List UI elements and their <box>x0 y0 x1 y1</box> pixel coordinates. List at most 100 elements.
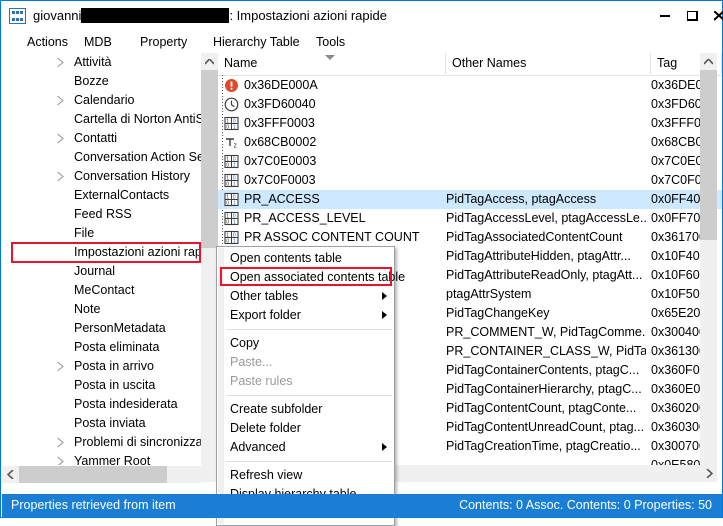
cell-other-names: PR_CONTAINER_CLASS_W, PidTag... <box>446 344 646 358</box>
column-header-other-names[interactable]: Other Names <box>446 53 651 74</box>
folder-context-menu[interactable]: Open contents table Open associated conte… <box>216 246 405 526</box>
menu-hierarchy-table[interactable]: Hierarchy Table <box>206 33 307 51</box>
table-row[interactable]: 0x3FD60040 0x3FD600 <box>218 95 722 114</box>
tree-item-conversation-history[interactable]: Conversation History <box>57 167 191 186</box>
cell-tag: 0x65E2010 <box>651 306 703 320</box>
expand-chevron-icon[interactable] <box>56 133 67 144</box>
column-header-name[interactable]: Name <box>218 53 446 74</box>
text-sort-icon: z <box>224 135 239 150</box>
tree-item-conversation-action-settings[interactable]: Conversation Action Settings <box>74 148 201 167</box>
expand-chevron-icon[interactable] <box>56 57 67 68</box>
tree-item-note[interactable]: Note <box>74 300 100 319</box>
tree-item-label: PersonMetadata <box>74 321 166 335</box>
tree-item-posta-eliminata[interactable]: Posta eliminata <box>74 338 159 357</box>
cell-name: PR ASSOC CONTENT COUNT <box>244 230 420 244</box>
cell-tag: 0x360F000 <box>651 363 703 377</box>
expand-chevron-icon[interactable] <box>56 171 67 182</box>
menu-tools[interactable]: Tools <box>309 33 352 51</box>
window-title: giovanni: Impostazioni azioni rapide <box>33 7 387 25</box>
table-row[interactable]: 1 0 0 1 PR_ACCESS PidTagAccess, ptagAccess 0x0… <box>218 190 722 209</box>
submenu-arrow-icon <box>382 311 387 319</box>
svg-text:0: 0 <box>226 125 229 131</box>
tree-item-posta-inviata[interactable]: Posta inviata <box>74 414 146 433</box>
tree-item-impostazioni-azioni-rapide[interactable]: Impostazioni azioni rapide <box>74 243 201 262</box>
minimize-button[interactable] <box>652 1 679 29</box>
table-row[interactable]: 1 0 0 1 PR ASSOC CONTENT COUNT PidTagAssociat… <box>218 228 722 247</box>
tree-item-posta-indesiderata[interactable]: Posta indesiderata <box>74 395 178 414</box>
scroll-right-arrow-icon[interactable] <box>700 465 717 482</box>
context-menu-item-copy[interactable]: Copy <box>217 334 394 353</box>
context-menu-item-create-subfolder[interactable]: Create subfolder <box>217 400 394 419</box>
svg-text:0: 0 <box>226 163 229 169</box>
close-button[interactable] <box>706 1 723 29</box>
menu-property[interactable]: Property <box>133 33 194 51</box>
tree-item-posta-in-uscita[interactable]: Posta in uscita <box>74 376 155 395</box>
tree-horizontal-scrollbar[interactable] <box>2 465 201 483</box>
tree-hscroll-thumb[interactable] <box>19 466 167 483</box>
context-menu-item-open-associated-contents-table[interactable]: Open associated contents table <box>217 268 405 287</box>
scroll-left-arrow-icon[interactable] <box>2 466 19 483</box>
table-row[interactable]: z 0x68CB0002 0x68CB00 <box>218 133 722 152</box>
folder-tree[interactable]: Attività Bozze Calendario Cartella di Norto… <box>2 53 201 465</box>
menu-mdb[interactable]: MDB <box>77 33 119 51</box>
context-menu-item-label: Advanced <box>230 440 286 454</box>
tree-item-mecontact[interactable]: MeContact <box>74 281 134 300</box>
context-menu-item-export-folder[interactable]: Export folder <box>217 306 394 325</box>
svg-text:0: 0 <box>226 182 229 188</box>
cell-other-names: PidTagAccess, ptagAccess <box>446 192 597 206</box>
tree-item-label: Conversation History <box>74 169 191 183</box>
tree-item-contatti[interactable]: Contatti <box>57 129 117 148</box>
cell-other-names: PidTagChangeKey <box>446 306 550 320</box>
status-bar: Properties retrieved from item Contents:… <box>2 494 722 518</box>
context-menu-item-other-tables[interactable]: Other tables <box>217 287 394 306</box>
table-row[interactable]: 1001 0x7C0E0003 0x7C0E00 <box>218 152 722 171</box>
binary-icon: 1001 <box>224 211 239 226</box>
tree-item-externalcontacts[interactable]: ExternalContacts <box>74 186 169 205</box>
tree-item-calendario[interactable]: Calendario <box>57 91 134 110</box>
cell-other-names: PidTagContainerContents, ptagC... <box>446 363 640 377</box>
context-menu-item-refresh-view[interactable]: Refresh view <box>217 466 394 485</box>
cell-tag: 0x7C0E00 <box>651 154 703 168</box>
tree-item-label: Impostazioni azioni rapide <box>74 245 201 259</box>
tree-item-attivit[interactable]: Attività <box>57 53 112 72</box>
cell-tag: 0x3FD600 <box>651 97 703 111</box>
tree-vscroll-thumb-lower[interactable] <box>201 188 218 248</box>
scroll-up-arrow-icon[interactable] <box>700 53 717 70</box>
menu-actions[interactable]: Actions <box>20 33 75 51</box>
tree-item-problemi-di-sincronizzazione[interactable]: Problemi di sincronizzazione <box>57 433 201 452</box>
context-menu-item-advanced[interactable]: Advanced <box>217 438 394 457</box>
expand-chevron-icon[interactable] <box>56 437 67 448</box>
context-menu-item-open-contents-table[interactable]: Open contents table <box>217 249 394 268</box>
error-icon <box>224 78 239 93</box>
status-right-text: Contents: 0 Assoc. Contents: 0 Propertie… <box>459 498 712 512</box>
table-vscroll-thumb[interactable] <box>700 70 717 240</box>
table-vertical-scrollbar[interactable] <box>700 53 717 482</box>
tree-vscroll-thumb[interactable] <box>201 70 218 188</box>
tree-item-feed-rss[interactable]: Feed RSS <box>74 205 132 224</box>
tree-item-label: Note <box>74 302 101 316</box>
scroll-up-arrow-icon[interactable] <box>201 53 218 70</box>
context-menu-item-delete-folder[interactable]: Delete folder <box>217 419 394 438</box>
expand-chevron-icon[interactable] <box>56 361 67 372</box>
tree-item-journal[interactable]: Journal <box>74 262 115 281</box>
context-menu-item-label: Export folder <box>230 308 301 322</box>
column-header-tag-label: Tag <box>657 56 678 70</box>
expand-chevron-icon[interactable] <box>56 95 67 106</box>
tree-item-posta-in-arrivo[interactable]: Posta in arrivo <box>57 357 154 376</box>
context-menu-item-label: Delete folder <box>230 421 301 435</box>
cell-tag: 0x68CB00 <box>651 135 703 149</box>
table-row[interactable]: 1 0 0 1 PR_ACCESS_LEVEL PidTagAccessLevel, pt… <box>218 209 722 228</box>
tree-item-yammer-root[interactable]: Yammer Root <box>57 452 150 465</box>
tree-item-file[interactable]: File <box>74 224 94 243</box>
expand-chevron-icon[interactable] <box>56 456 67 465</box>
table-row[interactable]: 1 0 0 1 0x7C0F0003 0x7C0F00 <box>218 171 722 190</box>
table-row[interactable]: 0x36DE000A 0x36DE00 <box>218 76 722 95</box>
binary-icon: 1001 <box>224 192 239 207</box>
tree-item-label: File <box>74 226 95 240</box>
tree-item-cartella-di-norton-antispam[interactable]: Cartella di Norton AntiSpam <box>74 110 201 129</box>
table-row[interactable]: 1001 0x3FFF0003 0x3FFF000 <box>218 114 722 133</box>
svg-text:1: 1 <box>226 157 229 163</box>
tree-item-bozze[interactable]: Bozze <box>74 72 109 91</box>
maximize-button[interactable] <box>679 1 706 29</box>
tree-item-personmetadata[interactable]: PersonMetadata <box>74 319 166 338</box>
